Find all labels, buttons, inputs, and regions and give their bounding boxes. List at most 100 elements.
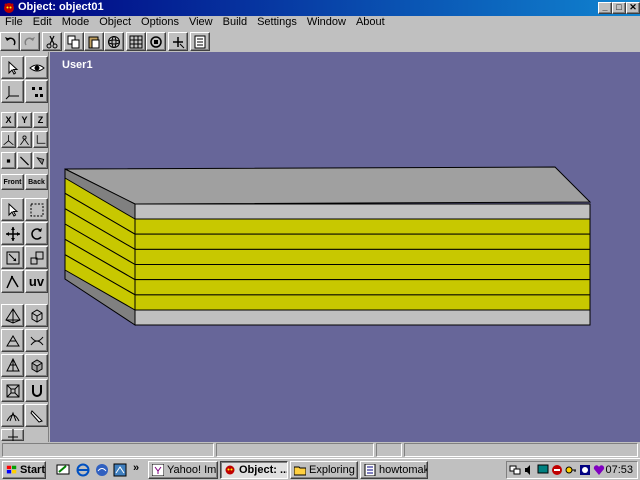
redo-button[interactable] xyxy=(20,32,40,51)
grid-button[interactable] xyxy=(126,32,146,51)
sphere-button[interactable] xyxy=(104,32,124,51)
windows-logo-icon xyxy=(6,465,17,474)
quicklaunch-channels-icon[interactable] xyxy=(113,463,127,477)
face-mode-button[interactable] xyxy=(33,152,48,169)
mesh-pyramid-button[interactable] xyxy=(1,304,24,327)
maximize-button[interactable]: □ xyxy=(612,2,626,14)
corner-axes-icon xyxy=(36,134,46,144)
uv-button[interactable]: uv xyxy=(25,270,48,293)
move-tool-button[interactable] xyxy=(1,222,24,245)
mesh-frame-button[interactable] xyxy=(1,379,24,402)
tray-antivirus-icon[interactable] xyxy=(551,464,563,476)
vertex-mode-button[interactable] xyxy=(1,152,16,169)
undo-icon xyxy=(5,36,16,45)
taper-icon xyxy=(30,251,43,264)
scissors-icon xyxy=(46,35,58,48)
tray-monitor-icon[interactable] xyxy=(537,464,549,476)
status-pane-1 xyxy=(2,443,214,457)
view-eye-button[interactable] xyxy=(25,56,48,79)
taper-tool-button[interactable] xyxy=(25,246,48,269)
menu-file[interactable]: File xyxy=(0,16,28,30)
rotate-tool-button[interactable] xyxy=(25,222,48,245)
minimize-button[interactable]: _ xyxy=(598,2,612,14)
knife-icon xyxy=(29,409,43,423)
scene-canvas[interactable] xyxy=(50,52,640,442)
axis-x-button[interactable]: X xyxy=(1,112,16,128)
menu-options[interactable]: Options xyxy=(136,16,184,30)
corner-axes-button[interactable] xyxy=(33,131,48,148)
task-exploring[interactable]: Exploring -... xyxy=(290,461,358,479)
menu-edit[interactable]: Edit xyxy=(28,16,57,30)
points-icon xyxy=(31,86,43,97)
list-icon xyxy=(194,35,206,48)
task-label: Yahoo! Im... xyxy=(167,464,217,476)
task-object[interactable]: Object: ... xyxy=(220,461,288,479)
tray-heart-icon[interactable] xyxy=(593,464,605,476)
mesh-box-button[interactable] xyxy=(25,304,48,327)
menu-mode[interactable]: Mode xyxy=(57,16,95,30)
axes-button[interactable] xyxy=(1,80,24,103)
cut-button[interactable] xyxy=(42,32,62,51)
snap-icon xyxy=(173,36,185,48)
undo-button[interactable] xyxy=(0,32,20,51)
arrow-cursor-icon xyxy=(8,202,18,217)
quicklaunch-overflow[interactable]: » xyxy=(133,462,139,474)
rotate-button[interactable] xyxy=(146,32,166,51)
points-button[interactable] xyxy=(25,80,48,103)
back-view-button[interactable]: Back xyxy=(25,174,48,190)
task-label: Exploring -... xyxy=(309,464,357,476)
tray-display-icon[interactable] xyxy=(579,464,591,476)
more-tools-button[interactable] xyxy=(1,429,24,441)
magnet-button[interactable] xyxy=(25,379,48,402)
document-icon xyxy=(364,464,376,476)
box-bottom-band xyxy=(134,309,591,326)
menu-about[interactable]: About xyxy=(351,16,390,30)
mesh-pyramid-icon xyxy=(4,307,21,324)
menu-window[interactable]: Window xyxy=(302,16,351,30)
menu-bar: File Edit Mode Object Options View Build… xyxy=(0,16,640,30)
copy-button[interactable] xyxy=(64,32,84,51)
task-yahoo[interactable]: Yahoo! Im... xyxy=(148,461,218,479)
mesh-wedge-button[interactable] xyxy=(1,329,24,352)
start-label: Start xyxy=(19,464,45,476)
close-button[interactable]: ✕ xyxy=(626,2,640,14)
quicklaunch-ie-icon[interactable] xyxy=(76,463,90,477)
mesh-cone-button[interactable] xyxy=(1,354,24,377)
vertex-path-button[interactable] xyxy=(1,270,24,293)
toolbar xyxy=(0,30,640,52)
dot-icon xyxy=(6,158,11,163)
status-pane-3 xyxy=(376,443,402,457)
quicklaunch-outlook-icon[interactable] xyxy=(95,463,109,477)
axes-3d-button[interactable] xyxy=(1,131,16,148)
task-howtomak[interactable]: howtomak... xyxy=(360,461,428,479)
tray-key-icon[interactable] xyxy=(565,464,577,476)
edge-mode-button[interactable] xyxy=(17,152,32,169)
pivot-button[interactable] xyxy=(17,131,32,148)
status-pane-4 xyxy=(404,443,638,457)
tray-network-icon[interactable] xyxy=(509,464,521,476)
scale-tool-button[interactable] xyxy=(1,246,24,269)
quicklaunch-desktop-icon[interactable] xyxy=(56,463,70,477)
select-arrow-button[interactable] xyxy=(1,56,24,79)
menu-build[interactable]: Build xyxy=(218,16,252,30)
paste-button[interactable] xyxy=(84,32,104,51)
front-view-button[interactable]: Front xyxy=(1,174,24,190)
snap-button[interactable] xyxy=(168,32,188,51)
marquee-select-button[interactable] xyxy=(25,198,48,221)
mesh-cube-button[interactable] xyxy=(25,354,48,377)
menu-view[interactable]: View xyxy=(184,16,218,30)
mesh-twist-button[interactable] xyxy=(25,329,48,352)
knife-button[interactable] xyxy=(25,404,48,427)
tool-panel: X Y Z Front Back uv xyxy=(0,52,49,442)
start-button[interactable]: Start xyxy=(2,461,46,479)
mesh-bend-button[interactable] xyxy=(1,404,24,427)
menu-settings[interactable]: Settings xyxy=(252,16,302,30)
tray-sound-icon[interactable] xyxy=(523,464,535,476)
menu-object[interactable]: Object xyxy=(94,16,136,30)
3d-viewport[interactable]: User1 xyxy=(50,52,640,442)
mesh-box-icon xyxy=(31,308,42,323)
list-button[interactable] xyxy=(190,32,210,51)
axis-y-button[interactable]: Y xyxy=(17,112,32,128)
select-tool-button[interactable] xyxy=(1,198,24,221)
axis-z-button[interactable]: Z xyxy=(33,112,48,128)
